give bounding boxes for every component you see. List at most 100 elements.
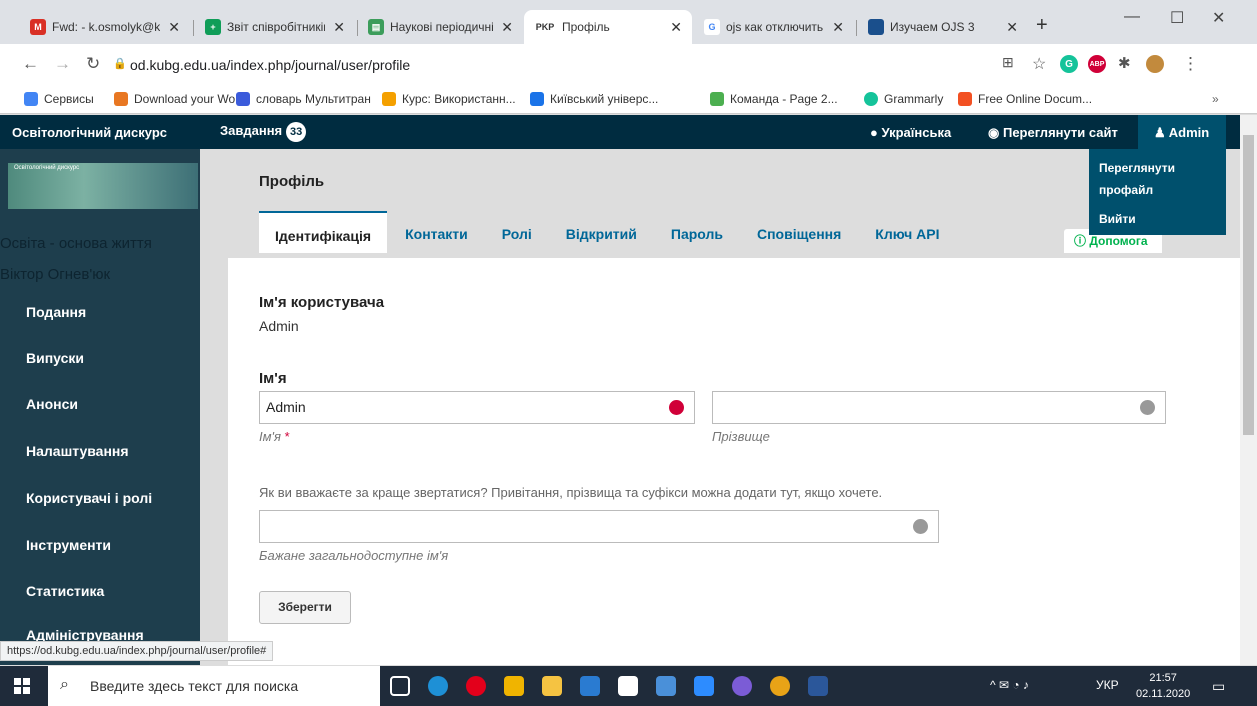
tab-public[interactable]: Відкритий (550, 211, 653, 253)
store-icon[interactable] (542, 676, 562, 696)
taskbar-search[interactable]: Введите здесь текст для поиска (48, 666, 380, 706)
file-icon[interactable] (618, 676, 638, 696)
close-icon[interactable]: ✕ (333, 19, 345, 36)
identity-form: Ім'я користувача Admin Ім'я Admin Ім'я *… (228, 258, 1240, 665)
view-site-link[interactable]: ◉ Переглянути сайт (988, 125, 1118, 141)
menu-icon[interactable]: ⋮ (1182, 54, 1199, 74)
url-field[interactable]: od.kubg.edu.ua/index.php/journal/user/pr… (130, 57, 410, 73)
new-tab-button[interactable]: + (1036, 14, 1048, 37)
sidebar-motto: Освіта - основа життя (0, 235, 152, 252)
extensions-icon[interactable]: ✱ (1118, 54, 1131, 72)
globe-icon[interactable] (913, 519, 928, 534)
bookmark-grammarly[interactable]: Grammarly (864, 92, 943, 106)
sidebar-item-announcements[interactable]: Анонси (26, 396, 78, 412)
journal-name-link[interactable]: Освітологічний дискурс (12, 125, 167, 140)
ojs-app: Освітологічний дискурс Завдання 33 ● Укра… (0, 115, 1240, 665)
tab-contact[interactable]: Контакти (389, 211, 484, 253)
close-window-button[interactable]: ✕ (1212, 8, 1225, 28)
tasks-link[interactable]: Завдання 33 (220, 122, 307, 142)
preferred-name-input[interactable] (259, 510, 939, 543)
close-icon[interactable]: ✕ (501, 19, 513, 36)
windows-start-icon[interactable] (14, 678, 30, 694)
browser-tab-periodicals[interactable]: ▤ Наукові періодичні ✕ (358, 10, 523, 44)
bookmark-services[interactable]: Сервисы (24, 92, 94, 106)
language-indicator[interactable]: УКР (1096, 678, 1119, 692)
scrollbar-thumb[interactable] (1243, 135, 1254, 435)
tab-api-key[interactable]: Ключ API (859, 211, 955, 253)
more-bookmarks-icon[interactable]: » (1212, 92, 1219, 106)
explorer-icon[interactable] (504, 676, 524, 696)
browser-tab-profile[interactable]: PKP Профіль ✕ (524, 10, 692, 44)
sheets-icon: + (205, 19, 221, 35)
forward-icon[interactable]: → (54, 54, 71, 74)
sidebar-item-statistics[interactable]: Статистика (26, 583, 104, 599)
info-icon: ⓘ (1074, 234, 1087, 248)
edge-icon[interactable] (428, 676, 448, 696)
eye-icon: ◉ (988, 125, 1000, 140)
close-icon[interactable]: ✕ (168, 19, 180, 36)
sidebar-item-tools[interactable]: Інструменти (26, 537, 111, 553)
task-view-icon[interactable] (390, 676, 410, 696)
journal-logo[interactable]: Освітологічний дискурс (8, 163, 198, 209)
notifications-icon[interactable]: ▭ (1212, 678, 1225, 695)
reload-icon[interactable]: ↻ (86, 54, 100, 74)
user-menu-button[interactable]: ♟ Admin (1138, 115, 1226, 149)
view-profile-link[interactable]: Переглянути профайл (1099, 157, 1199, 201)
adblock-icon[interactable]: ABP (1088, 55, 1106, 73)
tab-title: Наукові періодичні (390, 20, 494, 34)
grammarly-icon[interactable]: G (1060, 55, 1078, 73)
globe-icon[interactable] (669, 400, 684, 415)
save-button[interactable]: Зберегти (259, 591, 351, 624)
sidebar-item-submissions[interactable]: Подання (26, 304, 86, 320)
bookmark-download[interactable]: Download your Wo... (114, 92, 245, 106)
apps-icon (24, 92, 38, 106)
bookmark-course[interactable]: Курс: Використанн... (382, 92, 516, 106)
close-icon[interactable]: ✕ (670, 19, 682, 36)
tray-icons[interactable]: ^ ✉ ◔ ♪ (990, 678, 1029, 692)
tab-title: Fwd: - k.osmolyk@k (52, 20, 161, 34)
tab-title: ojs как отключить (726, 20, 824, 34)
bookmark-multitran[interactable]: словарь Мультитран (236, 92, 371, 106)
scrollbar[interactable] (1240, 115, 1257, 665)
sidebar-item-users-roles[interactable]: Користувачі і ролі (26, 490, 152, 506)
grammarly-icon (864, 92, 878, 106)
search-icon: ⌕ (60, 676, 69, 693)
calculator-icon[interactable] (656, 676, 676, 696)
sidebar-item-issues[interactable]: Випуски (26, 350, 84, 366)
family-name-input[interactable] (712, 391, 1166, 424)
tab-notifications[interactable]: Сповіщення (741, 211, 857, 253)
globe-icon[interactable] (1140, 400, 1155, 415)
close-icon[interactable]: ✕ (832, 19, 844, 36)
opera-icon[interactable] (466, 676, 486, 696)
profile-tabs: Ідентифікація Контакти Ролі Відкритий Па… (259, 211, 958, 253)
maximize-button[interactable]: ☐ (1170, 8, 1184, 28)
translate-icon[interactable]: ⊞ (1002, 54, 1014, 71)
bookmark-docs[interactable]: Free Online Docum... (958, 92, 1092, 106)
clock[interactable]: 21:57 02.11.2020 (1136, 670, 1190, 702)
browser-tab-google[interactable]: G ojs как отключить ✕ (694, 10, 854, 44)
sidebar-item-settings[interactable]: Налаштування (26, 443, 129, 459)
tab-roles[interactable]: Ролі (486, 211, 548, 253)
chrome-icon[interactable] (770, 676, 790, 696)
browser-tab-ojs[interactable]: Изучаем OJS 3 ✕ (858, 10, 1028, 44)
bookmark-team[interactable]: Команда - Page 2... (710, 92, 838, 106)
browser-tab-sheets[interactable]: + Звіт співробітників ✕ (195, 10, 355, 44)
google-icon: G (704, 19, 720, 35)
zoom-icon[interactable] (694, 676, 714, 696)
globe-icon: ● (870, 125, 878, 140)
given-name-input[interactable]: Admin (259, 391, 695, 424)
tab-password[interactable]: Пароль (655, 211, 739, 253)
mail-icon[interactable] (580, 676, 600, 696)
word-icon[interactable] (808, 676, 828, 696)
minimize-button[interactable]: — (1124, 8, 1140, 26)
viber-icon[interactable] (732, 676, 752, 696)
star-icon[interactable]: ☆ (1032, 54, 1046, 74)
language-link[interactable]: ● Українська (870, 125, 951, 140)
close-icon[interactable]: ✕ (1006, 19, 1018, 36)
avatar[interactable] (1146, 55, 1164, 73)
logout-link[interactable]: Вийти (1099, 208, 1136, 230)
browser-tab-gmail[interactable]: M Fwd: - k.osmolyk@k ✕ (20, 10, 190, 44)
bookmark-kubg[interactable]: Київський універс... (530, 92, 658, 106)
tab-identity[interactable]: Ідентифікація (259, 211, 388, 253)
back-icon[interactable]: ← (22, 54, 39, 74)
